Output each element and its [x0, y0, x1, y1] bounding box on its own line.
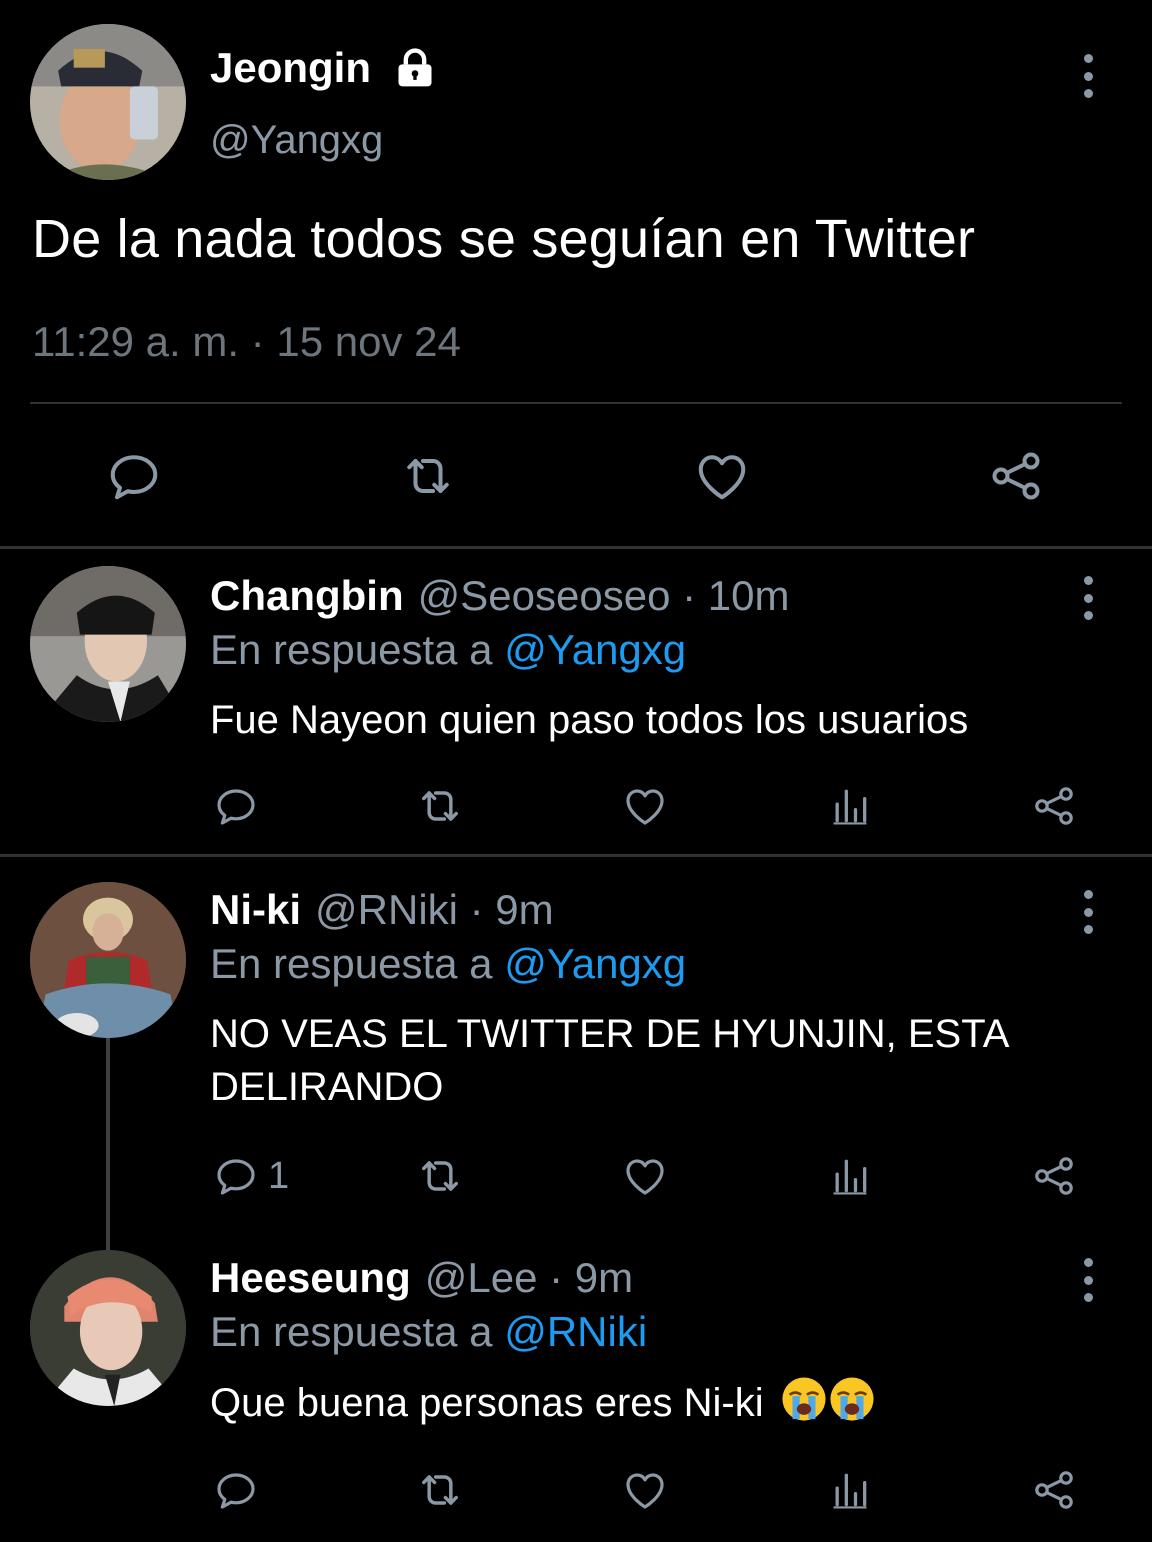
reply-prefix: En respuesta a [210, 940, 505, 987]
more-options-icon[interactable] [1078, 1258, 1098, 1302]
reply-header: Ni-ki @RNiki · 9m [210, 886, 554, 934]
reply-button[interactable] [212, 1460, 260, 1520]
retweet-button[interactable] [414, 1146, 466, 1206]
like-icon [692, 444, 752, 508]
crying-face-icon [781, 1376, 827, 1422]
tweet-text: De la nada todos se seguían en Twitter [32, 209, 976, 269]
reply-count: 1 [268, 1154, 290, 1197]
share-icon [1030, 782, 1078, 830]
main-tweet: Jeongin @Yangxg De la nada todos se segu… [0, 0, 1152, 548]
reply-to-link[interactable]: @Yangxg [504, 940, 686, 987]
like-button[interactable] [621, 776, 669, 836]
reply-button[interactable] [104, 440, 164, 512]
author-name[interactable]: Heeseung [210, 1254, 411, 1301]
reply-context: En respuesta a @RNiki [210, 1308, 647, 1356]
avatar[interactable] [30, 24, 186, 180]
author-name[interactable]: Changbin [210, 572, 404, 619]
reply-header: Heeseung @Lee · 9m [210, 1254, 633, 1302]
like-icon [621, 1152, 669, 1200]
share-icon [1030, 1466, 1078, 1514]
views-button[interactable] [828, 1460, 872, 1520]
retweet-icon [414, 780, 466, 832]
more-options-icon[interactable] [1078, 54, 1098, 98]
avatar-photo [30, 24, 186, 180]
author-handle[interactable]: @RNiki · 9m [315, 886, 554, 933]
reply-context: En respuesta a @Yangxg [210, 940, 686, 988]
like-icon [621, 1466, 669, 1514]
tweet-text: Que buena personas eres Ni-ki [210, 1381, 764, 1425]
reply-tweet: Changbin @Seoseoseo · 10m En respuesta a … [0, 550, 1152, 854]
tweet-text: NO VEAS EL TWITTER DE HYUNJIN, ESTA DELI… [210, 1012, 1008, 1109]
author-handle[interactable]: @Lee · 9m [425, 1254, 633, 1301]
share-icon [1030, 1152, 1078, 1200]
reply-button[interactable]: 1 [212, 1146, 289, 1206]
crying-face-icon [829, 1376, 875, 1422]
retweet-button[interactable] [414, 1460, 466, 1520]
tweet-text: Fue Nayeon quien paso todos los usuarios [210, 698, 969, 742]
more-options-icon[interactable] [1078, 890, 1098, 934]
divider [30, 402, 1122, 404]
views-button[interactable] [828, 1146, 872, 1206]
avatar[interactable] [30, 882, 186, 1038]
share-button[interactable] [1030, 1146, 1078, 1206]
avatar-photo [30, 566, 186, 722]
author-name-row: Jeongin [210, 44, 437, 92]
tweet-text-row: Que buena personas eres Ni-ki [210, 1376, 1090, 1430]
views-icon [828, 1154, 872, 1198]
separator [0, 546, 1152, 549]
share-icon [986, 444, 1046, 508]
reply-prefix: En respuesta a [210, 1308, 505, 1355]
like-button[interactable] [621, 1146, 669, 1206]
author-handle[interactable]: @Yangxg [210, 118, 383, 163]
like-button[interactable] [621, 1460, 669, 1520]
reply-header: Changbin @Seoseoseo · 10m [210, 572, 789, 620]
retweet-icon [398, 444, 458, 508]
retweet-icon [414, 1150, 466, 1202]
reply-icon [212, 1466, 260, 1514]
views-button[interactable] [828, 776, 872, 836]
views-icon [828, 1468, 872, 1512]
retweet-button[interactable] [398, 440, 458, 512]
lock-icon [393, 46, 437, 90]
like-button[interactable] [692, 440, 752, 512]
share-button[interactable] [1030, 776, 1078, 836]
reply-icon [104, 444, 164, 508]
like-icon [621, 782, 669, 830]
tweet-timestamp: 11:29 a. m. · 15 nov 24 [32, 318, 461, 365]
reply-icon [212, 782, 260, 830]
author-name[interactable]: Ni-ki [210, 886, 301, 933]
share-button[interactable] [986, 440, 1046, 512]
avatar[interactable] [30, 1250, 186, 1406]
reply-to-link[interactable]: @RNiki [504, 1308, 647, 1355]
retweet-icon [414, 1464, 466, 1516]
reply-icon [212, 1152, 260, 1200]
author-name[interactable]: Jeongin [210, 44, 371, 92]
reply-to-link[interactable]: @Yangxg [504, 626, 686, 673]
reply-tweet: Heeseung @Lee · 9m En respuesta a @RNiki … [0, 1238, 1152, 1542]
more-options-icon[interactable] [1078, 576, 1098, 620]
share-button[interactable] [1030, 1460, 1078, 1520]
reply-context: En respuesta a @Yangxg [210, 626, 686, 674]
separator [0, 854, 1152, 857]
reply-prefix: En respuesta a [210, 626, 505, 673]
avatar[interactable] [30, 566, 186, 722]
reply-tweet: Ni-ki @RNiki · 9m En respuesta a @Yangxg … [0, 858, 1152, 1238]
views-icon [828, 784, 872, 828]
retweet-button[interactable] [414, 776, 466, 836]
author-handle[interactable]: @Seoseoseo · 10m [418, 572, 790, 619]
avatar-photo [30, 1250, 186, 1406]
tweet-actions [0, 440, 1152, 512]
avatar-photo [30, 882, 186, 1038]
reply-button[interactable] [212, 776, 260, 836]
